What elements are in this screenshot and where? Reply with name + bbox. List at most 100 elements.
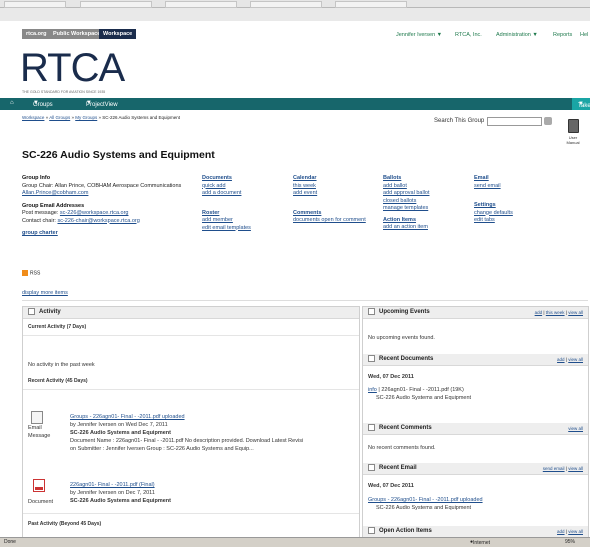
activity-document-link[interactable]: 226agn01- Final - -2011.pdf (Final) xyxy=(70,481,171,489)
edit-tabs-link[interactable]: edit tabs xyxy=(474,217,513,225)
browser-tab[interactable] xyxy=(165,1,237,8)
view-all-events-link[interactable]: view all xyxy=(568,310,583,315)
settings-heading[interactable]: Settings xyxy=(474,202,513,210)
nav-public-workspace[interactable]: Public Workspace xyxy=(49,29,105,39)
browser-tab[interactable] xyxy=(4,1,66,8)
breadcrumb-my-groups[interactable]: My Groups xyxy=(75,115,97,120)
info-link[interactable]: info xyxy=(368,387,377,393)
this-week-link[interactable]: this week xyxy=(293,183,366,191)
this-week-link[interactable]: this week xyxy=(546,310,565,315)
closed-ballots-link[interactable]: closed ballots xyxy=(383,198,429,206)
internet-zone: ● Internet xyxy=(470,539,490,546)
email-heading[interactable]: Email xyxy=(474,175,513,183)
manage-templates-link[interactable]: manage templates xyxy=(383,205,429,213)
documents-open-link[interactable]: documents open for comment xyxy=(293,217,366,225)
change-defaults-link[interactable]: change defaults xyxy=(474,210,513,218)
take-action-menu[interactable]: Take Action (2) ▼ xyxy=(572,98,590,133)
action-items-heading[interactable]: Action Items xyxy=(383,217,429,225)
breadcrumb-workspace[interactable]: Workspace xyxy=(22,115,44,120)
pdf-document-icon xyxy=(33,479,45,492)
add-ballot-link[interactable]: add ballot xyxy=(383,183,429,191)
group-chair: Group Chair: Allan Prince, COBHAM Aerosp… xyxy=(22,182,182,189)
post-email-link[interactable]: sc-226@workspace.rtca.org xyxy=(60,210,129,216)
no-comments-text: No recent comments found. xyxy=(368,445,436,451)
help-link[interactable]: Hel xyxy=(580,32,588,38)
documents-column: Documents quick add add a document Roste… xyxy=(202,175,251,232)
reports-link[interactable]: Reports xyxy=(553,32,572,38)
contact-chair-link[interactable]: sc-226-chair@workspace.rtca.org xyxy=(57,218,139,224)
browser-tab[interactable] xyxy=(80,1,152,8)
recent-document-item: info | 226agn01- Final - -2011.pdf (19K)… xyxy=(368,387,472,401)
browser-tab[interactable] xyxy=(250,1,322,8)
current-activity-label: Current Activity (7 Days) xyxy=(28,324,87,330)
collapse-icon[interactable] xyxy=(28,307,35,315)
group-email-heading: Group Email Addresses xyxy=(22,202,85,209)
activity-item-link[interactable]: Groups - 226agn01- Final - -2011.pdf upl… xyxy=(70,413,355,421)
view-all-email-link[interactable]: view all xyxy=(568,466,583,471)
view-all-documents-link[interactable]: view all xyxy=(568,357,583,362)
activity-header: Activity xyxy=(23,307,359,319)
no-activity-text: No activity in the past week xyxy=(28,362,95,368)
logo-tagline: THE GOLD STANDARD FOR AVIATION SINCE 193… xyxy=(22,90,106,94)
roster-heading[interactable]: Roster xyxy=(202,210,251,218)
browser-tab-strip xyxy=(0,0,590,8)
search-input[interactable] xyxy=(487,117,542,126)
send-email-link[interactable]: send email xyxy=(543,466,565,471)
ballots-heading[interactable]: Ballots xyxy=(383,175,429,183)
calendar-column: Calendar this week add event Comments do… xyxy=(293,175,366,225)
collapse-icon[interactable] xyxy=(368,354,375,362)
email-message-label: Email Message xyxy=(28,425,51,439)
user-menu[interactable]: Jennifer Iversen ▼ xyxy=(396,32,442,38)
administration-menu[interactable]: Administration ▼ xyxy=(496,32,538,38)
search-button[interactable] xyxy=(544,117,552,125)
contact-chair-row: Contact chair: sc-226-chair@workspace.rt… xyxy=(22,217,140,224)
add-event-link[interactable]: add xyxy=(535,310,543,315)
nav-rtca-org[interactable]: rtca.org xyxy=(22,29,51,39)
document-date: Wed, 07 Dec 2011 xyxy=(368,374,414,380)
activity-item: 226agn01- Final - -2011.pdf (Final) by J… xyxy=(70,481,171,504)
rss-link[interactable]: RSS xyxy=(22,270,40,276)
collapse-icon[interactable] xyxy=(368,307,375,315)
nav-workspace[interactable]: Workspace xyxy=(99,29,137,39)
collapse-icon[interactable] xyxy=(368,423,375,431)
comments-heading[interactable]: Comments xyxy=(293,210,366,218)
top-navigation: rtca.org Public Workspace Workspace Jenn… xyxy=(0,21,590,45)
group-charter-link[interactable]: group charter xyxy=(22,230,192,238)
email-column: Email send email Settings change default… xyxy=(474,175,513,225)
org-link[interactable]: RTCA, Inc. xyxy=(455,32,482,38)
recent-email-link[interactable]: Groups - 226agn01- Final - -2011.pdf upl… xyxy=(368,497,483,503)
add-event-link[interactable]: add event xyxy=(293,190,366,198)
no-events-text: No upcoming events found. xyxy=(368,335,435,341)
add-action-item-link[interactable]: add an action item xyxy=(383,224,429,232)
status-text: Done xyxy=(4,539,16,545)
add-approval-ballot-link[interactable]: add approval ballot xyxy=(383,190,429,198)
add-member-link[interactable]: add member xyxy=(202,217,251,225)
add-document-link[interactable]: add a document xyxy=(202,190,251,198)
email-date: Wed, 07 Dec 2011 xyxy=(368,483,414,489)
sidebar-panels: Upcoming Events add | this week | view a… xyxy=(362,306,589,537)
view-all-comments-link[interactable]: view all xyxy=(568,426,583,431)
collapse-icon[interactable] xyxy=(368,526,375,534)
calendar-heading[interactable]: Calendar xyxy=(293,175,366,183)
browser-tab[interactable] xyxy=(335,1,407,8)
zoom-level[interactable]: 95% xyxy=(565,539,575,545)
collapse-icon[interactable] xyxy=(368,463,375,471)
upcoming-events-header: Upcoming Events add | this week | view a… xyxy=(363,307,588,319)
home-icon[interactable]: ⌂ xyxy=(10,100,14,106)
divider xyxy=(22,300,588,301)
breadcrumb-all-groups[interactable]: All Groups xyxy=(49,115,70,120)
add-action-link[interactable]: add xyxy=(557,529,565,534)
chair-email-link[interactable]: Allan.Prince@cobham.com xyxy=(22,190,192,198)
quick-add-link[interactable]: quick add xyxy=(202,183,251,191)
documents-heading[interactable]: Documents xyxy=(202,175,251,183)
view-all-actions-link[interactable]: view all xyxy=(568,529,583,534)
add-document-link[interactable]: add xyxy=(557,357,565,362)
user-manual-link[interactable]: User Manual xyxy=(562,119,584,145)
projectview-menu[interactable]: ProjectView ▼ xyxy=(86,100,118,108)
breadcrumb: Workspace » All Groups » My Groups » SC-… xyxy=(22,115,181,120)
recent-comments-header: Recent Comments view all xyxy=(363,423,588,435)
send-email-link[interactable]: send email xyxy=(474,183,513,191)
edit-email-templates-link[interactable]: edit email templates xyxy=(202,225,251,233)
display-more-items-link[interactable]: display more items xyxy=(22,290,68,296)
groups-menu[interactable]: Groups ▼ xyxy=(33,100,53,108)
